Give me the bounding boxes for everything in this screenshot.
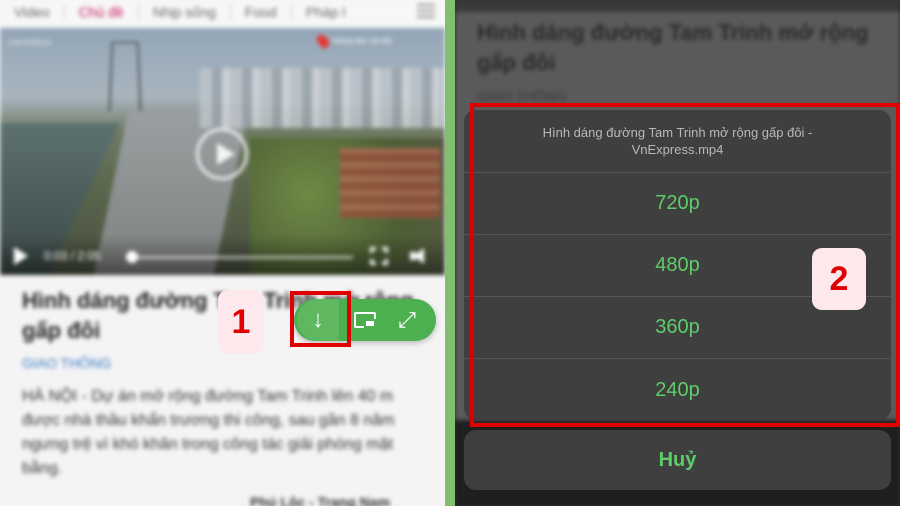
video-watermark: VNEXPRESS <box>8 40 51 47</box>
tab-video[interactable]: Video <box>14 4 65 20</box>
expand-icon: ⤢ <box>398 307 416 332</box>
tab-phap-luat[interactable]: Pháp l <box>292 4 360 20</box>
video-player[interactable]: VNEXPRESS Hoàng Mai, Hà Nội 0:03 / 2:05 <box>0 28 445 275</box>
article-excerpt: HÀ NỘI - Dự án mở rộng đường Tam Trinh l… <box>22 388 395 477</box>
cancel-button[interactable]: Huỷ <box>464 430 891 490</box>
video-scene-buildings <box>200 68 445 128</box>
volume-icon[interactable] <box>410 247 430 265</box>
menu-icon[interactable] <box>417 4 435 18</box>
big-play-button[interactable] <box>196 128 248 180</box>
right-screenshot: Hình dáng đường Tam Trinh mở rộng gấp đô… <box>455 0 900 506</box>
left-screenshot: Video Chủ đề Nhịp sống Food Pháp l VNEXP… <box>0 0 445 506</box>
expand-button[interactable]: ⤢ <box>386 299 428 341</box>
highlight-download-button <box>290 291 351 347</box>
article-byline: Phú Lộc - Trang Nam <box>250 494 391 506</box>
location-pin-icon <box>314 32 332 50</box>
video-location: Hoàng Mai, Hà Nội <box>332 38 392 45</box>
tab-food[interactable]: Food <box>231 4 292 20</box>
category-tabs: Video Chủ đề Nhịp sống Food Pháp l <box>0 0 445 24</box>
video-controls: 0:03 / 2:05 <box>0 235 445 275</box>
background-article-category: GIAO THÔNG <box>477 88 567 104</box>
video-time: 0:03 / 2:05 <box>44 249 101 263</box>
tab-chu-de[interactable]: Chủ đề <box>65 4 139 20</box>
article-category[interactable]: GIAO THÔNG <box>22 355 111 371</box>
step-badge-1: 1 <box>218 290 264 354</box>
seek-handle[interactable] <box>126 251 138 263</box>
pip-icon <box>354 312 376 328</box>
seek-bar[interactable] <box>128 256 353 259</box>
video-scene-power-tower <box>108 41 142 112</box>
tab-nhip-song[interactable]: Nhịp sống <box>139 4 231 20</box>
fullscreen-icon[interactable] <box>370 247 388 265</box>
background-article-title: Hình dáng đường Tam Trinh mở rộng gấp đô… <box>477 20 869 75</box>
step-badge-2: 2 <box>812 248 866 310</box>
video-scene-roofs <box>340 148 440 218</box>
blurred-article-page: Video Chủ đề Nhịp sống Food Pháp l VNEXP… <box>0 0 445 506</box>
play-icon[interactable] <box>14 247 28 265</box>
